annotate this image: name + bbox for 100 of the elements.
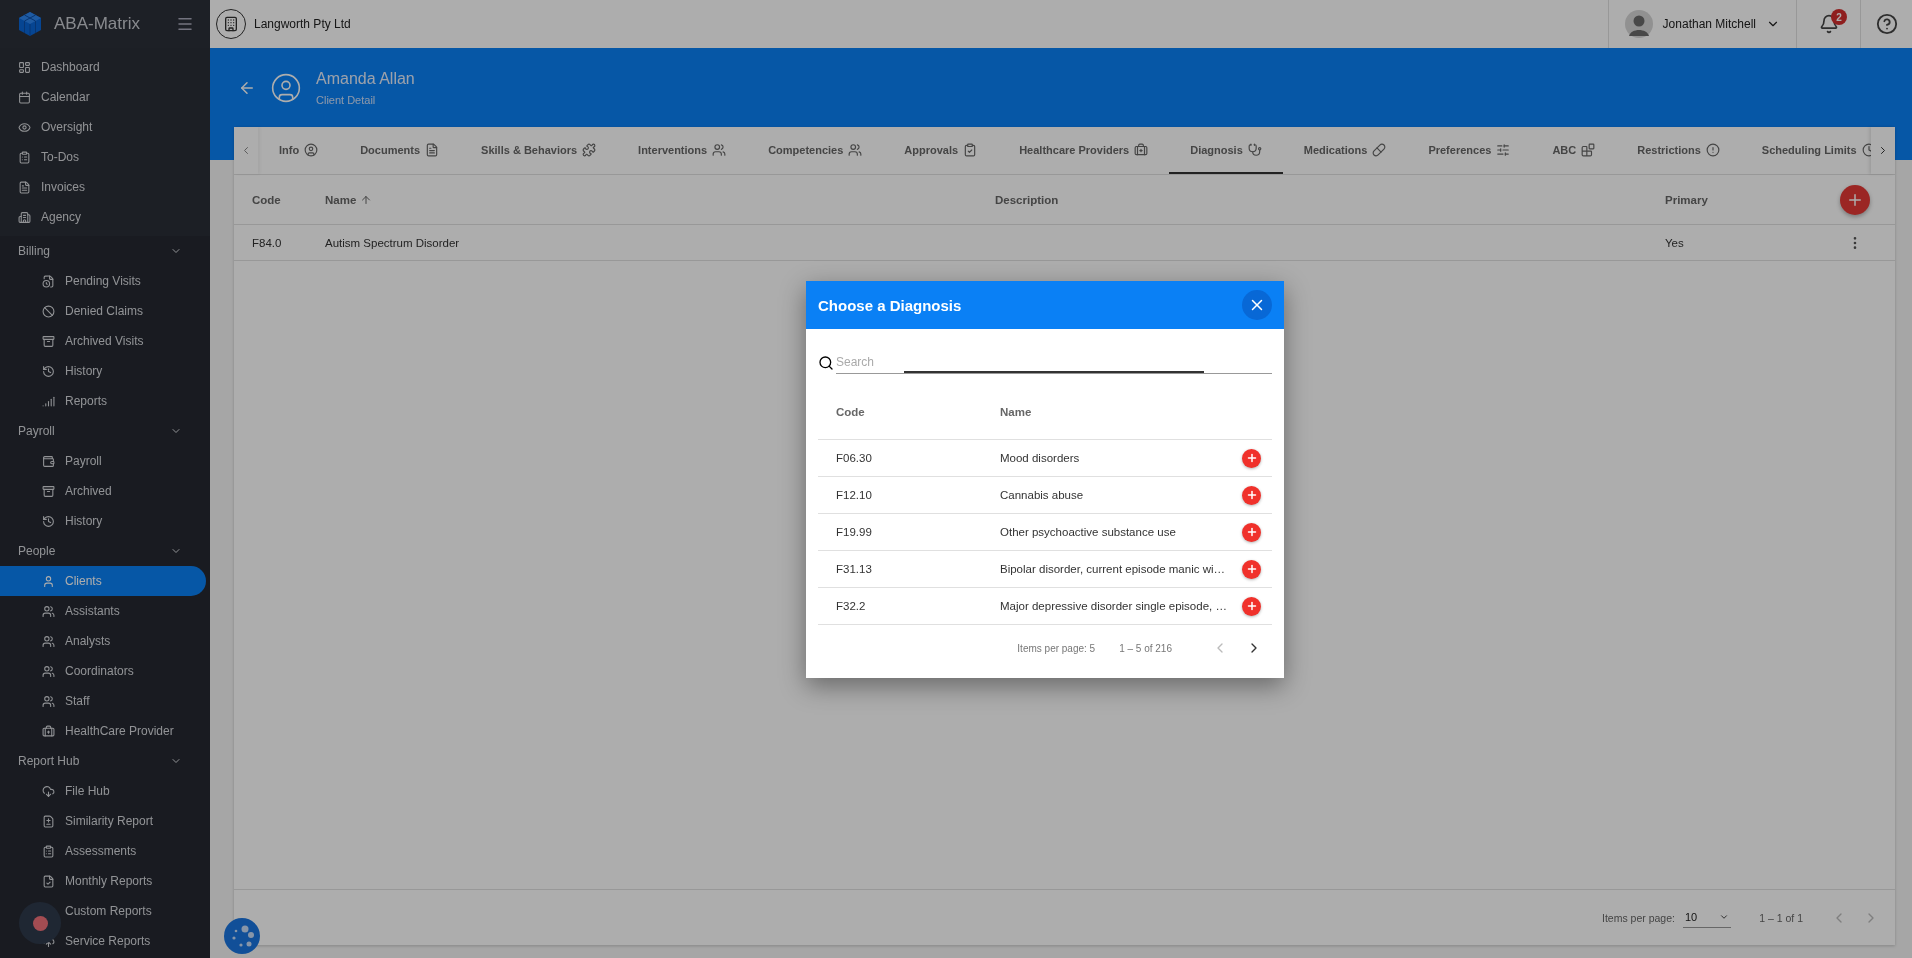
- sidebar-section-header[interactable]: People: [18, 544, 56, 558]
- menu-icon[interactable]: [176, 15, 194, 33]
- sidebar-item[interactable]: History: [65, 514, 103, 528]
- clipboard-icon: [18, 150, 31, 164]
- sliders-icon: [1496, 142, 1511, 157]
- column-header: Name: [1000, 405, 1033, 418]
- table-cell-text: Yes: [1665, 236, 1685, 249]
- page-size-select[interactable]: 10: [1682, 907, 1732, 928]
- tab[interactable]: Competencies: [747, 127, 884, 174]
- tab[interactable]: Medications: [1282, 127, 1408, 174]
- sidebar-item[interactable]: Clients: [65, 574, 102, 588]
- clipboard-clock-icon: [42, 274, 55, 288]
- pill-icon: [1372, 142, 1387, 157]
- search-icon: [818, 354, 834, 371]
- tab[interactable]: Diagnosis: [1169, 127, 1283, 174]
- sidebar-item[interactable]: Dashboard: [41, 60, 100, 74]
- sidebar-item[interactable]: Agency: [41, 210, 82, 224]
- sidebar-item[interactable]: History: [65, 364, 103, 378]
- dialog-title: Choose a Diagnosis: [818, 296, 962, 314]
- archive-icon: [42, 484, 55, 498]
- page-range: 1 – 1 of 1: [1759, 911, 1803, 924]
- file-icon: [425, 142, 440, 157]
- notification-badge: 2: [1831, 9, 1847, 25]
- table-cell-text: F84.0: [252, 236, 283, 249]
- caret-icon: [1719, 912, 1730, 922]
- sidebar-section-header[interactable]: Report Hub: [18, 754, 80, 768]
- sidebar-item[interactable]: HealthCare Provider: [65, 724, 174, 738]
- ban-icon: [42, 304, 55, 318]
- dashboard-icon: [18, 60, 31, 74]
- sidebar-item[interactable]: Monthly Reports: [65, 874, 153, 888]
- stethoscope-icon: [1247, 142, 1262, 157]
- sidebar-item[interactable]: Oversight: [41, 120, 93, 134]
- add-button[interactable]: [1242, 448, 1261, 468]
- add-button[interactable]: [1242, 485, 1261, 505]
- add-button[interactable]: [1242, 596, 1261, 616]
- clipboard-check-icon: [963, 142, 978, 157]
- user-circle-icon: [270, 71, 302, 104]
- tab[interactable]: Restrictions: [1616, 127, 1741, 174]
- column-header[interactable]: Code: [252, 193, 281, 206]
- plus-icon: [1245, 452, 1258, 464]
- sidebar-item[interactable]: Calendar: [41, 90, 90, 104]
- column-header[interactable]: Name: [325, 193, 357, 206]
- sidebar-item[interactable]: Payroll: [65, 454, 102, 468]
- users-icon: [42, 634, 55, 648]
- file-check-icon: [42, 874, 55, 888]
- page-range: 1 – 5 of 216: [1119, 642, 1172, 654]
- user-name[interactable]: Jonathan Mitchell: [1662, 17, 1756, 31]
- column-header[interactable]: Primary: [1665, 193, 1708, 206]
- archive-icon: [42, 334, 55, 348]
- table-cell-text: Major depressive disorder single episode, …: [1000, 600, 1228, 612]
- sidebar-item[interactable]: Archived Visits: [65, 334, 144, 348]
- tab[interactable]: Documents: [339, 127, 461, 174]
- tab[interactable]: Info: [258, 127, 340, 174]
- tab[interactable]: Scheduling Limits: [1740, 127, 1871, 174]
- sidebar-item[interactable]: Similarity Report: [65, 814, 154, 828]
- sidebar-item[interactable]: Analysts: [65, 634, 111, 648]
- tab[interactable]: Interventions: [617, 127, 748, 174]
- cube-logo-icon: [16, 10, 44, 38]
- sidebar-item[interactable]: Assessments: [65, 844, 137, 858]
- sidebar-item[interactable]: File Hub: [65, 784, 110, 798]
- sidebar-item[interactable]: Reports: [65, 394, 108, 408]
- column-header[interactable]: Description: [995, 193, 1059, 206]
- history-icon: [42, 364, 55, 378]
- sidebar-item[interactable]: Staff: [65, 694, 90, 708]
- calendar-icon: [18, 90, 31, 104]
- table-cell-text: Mood disorders: [1000, 452, 1081, 464]
- sidebar-section-header[interactable]: Billing: [18, 244, 50, 258]
- close-button[interactable]: [1242, 290, 1272, 320]
- medical-briefcase-icon: [42, 724, 55, 738]
- sidebar-item[interactable]: Pending Visits: [65, 274, 141, 288]
- sidebar-item[interactable]: Coordinators: [65, 664, 134, 678]
- sidebar-item[interactable]: To-Dos: [41, 150, 79, 164]
- sidebar-item[interactable]: Assistants: [65, 604, 120, 618]
- tab[interactable]: Healthcare Providers: [998, 127, 1170, 174]
- users-icon: [42, 604, 55, 618]
- tab[interactable]: Approvals: [883, 127, 999, 174]
- eye-icon: [18, 120, 31, 134]
- bar-chart-icon: [42, 394, 55, 408]
- plus-icon: [1245, 489, 1258, 501]
- sidebar-item[interactable]: Archived: [65, 484, 112, 498]
- tab[interactable]: Skills & Behaviors: [460, 127, 618, 174]
- help-icon[interactable]: [1875, 13, 1898, 35]
- add-button[interactable]: [1840, 184, 1870, 215]
- items-per-page-label: Items per page: 5: [1017, 642, 1096, 654]
- users-icon: [42, 664, 55, 678]
- sort-arrow-icon: [360, 193, 373, 206]
- sidebar-item[interactable]: Invoices: [41, 180, 86, 194]
- add-button[interactable]: [1242, 559, 1261, 579]
- sidebar-item[interactable]: Service Reports: [65, 934, 151, 948]
- tab[interactable]: Preferences: [1407, 127, 1532, 174]
- tab[interactable]: ABC: [1531, 127, 1617, 174]
- file-diff-icon: [42, 814, 55, 828]
- sidebar-item[interactable]: Denied Claims: [65, 304, 144, 318]
- sidebar-item[interactable]: Custom Reports: [65, 904, 152, 918]
- table-cell-text: F06.30: [836, 452, 873, 464]
- add-button[interactable]: [1242, 522, 1261, 542]
- cloud-download-icon: [42, 784, 55, 798]
- avatar-icon: [1624, 10, 1653, 38]
- app-name: ABA-Matrix: [54, 14, 141, 34]
- sidebar-section-header[interactable]: Payroll: [18, 424, 55, 438]
